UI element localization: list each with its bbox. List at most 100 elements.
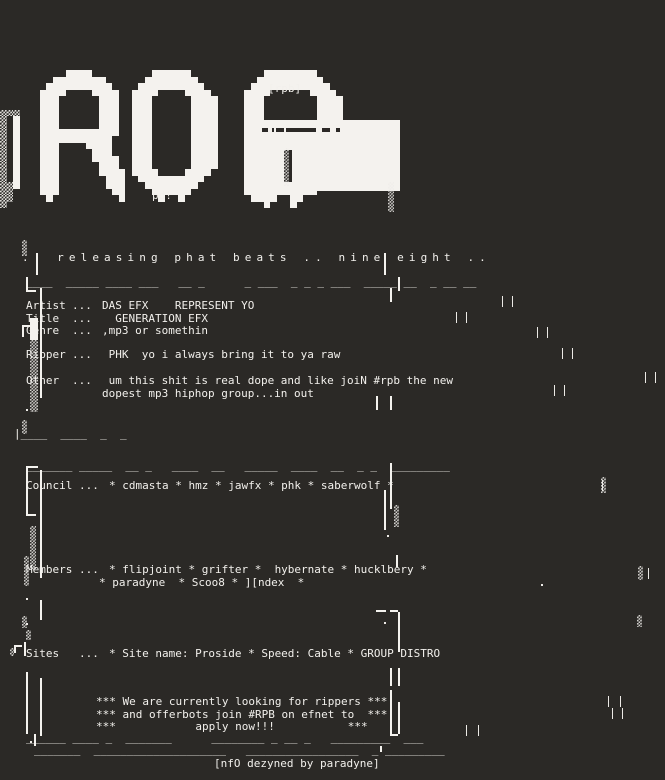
rule-bottom-2: _______ ____________________ ___________… [34, 743, 445, 756]
frame-notch [336, 128, 340, 132]
frame-bar [36, 253, 38, 275]
frame-bar [40, 600, 42, 620]
value-other-line1: um this shit is real dope and like joiN … [102, 374, 453, 387]
frame-bar [396, 555, 398, 567]
scatter-dot [384, 622, 386, 624]
frame-pipe [554, 385, 555, 396]
announcement-line-3: *** apply now!!! *** [96, 720, 368, 734]
frame-bar [26, 277, 28, 279]
frame-bar [376, 396, 378, 410]
announcement-marker-left-2: *** [96, 707, 116, 721]
frame-bar [258, 185, 400, 191]
dots-other: ... [72, 374, 92, 387]
announcement-text-3: apply now!!! [195, 720, 275, 733]
dither-block [24, 556, 29, 586]
announcement-marker-right-1: *** [367, 695, 388, 708]
frame-notch [276, 128, 316, 132]
scatter-dot [30, 741, 32, 743]
frame-bar [30, 318, 38, 340]
dither-block [388, 182, 394, 212]
frame-bar [390, 690, 392, 734]
artist-signature: pd! [152, 189, 172, 202]
frame-bar [398, 277, 400, 291]
frame-pipe [478, 725, 479, 736]
frame-bar [390, 463, 392, 509]
frame-bar [398, 668, 400, 686]
announcement-text-2: and offerbots join #RPB on efnet to [122, 707, 355, 721]
dither-block [30, 340, 38, 412]
dither-block [394, 505, 399, 527]
dither-block [638, 566, 643, 580]
tagline: .. releasing phat beats .. nine eight .. [22, 251, 491, 264]
row-members: Members... * flipjoint * grifter * hybern… [26, 563, 427, 577]
announcement-marker-left-3: *** [96, 720, 116, 733]
frame-pipe [564, 385, 565, 396]
announcement-marker-right-2: *** [367, 707, 388, 721]
dots-ripper: ... [72, 348, 92, 361]
dots-sites: ... [79, 647, 99, 660]
frame-pipe [572, 348, 573, 359]
value-title: GENERATION EFX [102, 311, 208, 325]
value-members-line2: * paradyne * Scoo8 * ][ndex * [99, 575, 305, 589]
value-members-line1: * flipjoint * grifter * hybernate * huck… [109, 563, 427, 576]
frame-bar [34, 734, 36, 746]
row-sites: Sites... * Site name: Proside * Speed: Ca… [26, 647, 441, 661]
scatter-dot [541, 584, 543, 586]
row-genre: Genre... ,mp3 or somethin [26, 324, 208, 338]
frame-bar [26, 466, 38, 468]
frame-bar [384, 490, 386, 530]
frame-pipe [645, 372, 646, 383]
frame-bar [398, 612, 400, 652]
dither-block [30, 526, 36, 570]
rule-top: ____ _____ ____ ___ __ _ _ ___ _ _ _ ___… [26, 275, 477, 288]
frame-bar [258, 150, 284, 190]
scatter-dot [387, 535, 389, 537]
dither-block [10, 648, 14, 656]
frame-bar [390, 734, 398, 736]
dots-genre: ... [72, 324, 92, 337]
announcement-marker-left-1: *** [96, 695, 116, 708]
frame-pipe [620, 696, 621, 707]
dither-block [637, 615, 642, 627]
frame-pipe [608, 696, 609, 707]
value-council: * cdmasta * hmz * jawfx * phk * saberwol… [109, 479, 394, 492]
announcement-text-1: We are currently looking for rippers [122, 695, 361, 708]
frame-bar [398, 702, 400, 734]
value-sites: * Site name: Proside * Speed: Cable * GR… [109, 647, 441, 660]
frame-pipe [655, 372, 656, 383]
nfo-document: [rpb] pd! .. releasing phat beats .. nin… [0, 0, 665, 780]
frame-notch [322, 128, 330, 132]
dither-block [22, 240, 27, 256]
label-council: Council [26, 479, 73, 492]
value-genre: ,mp3 or somethin [102, 324, 208, 337]
row-other: Other... um this shit is real dope and l… [26, 374, 453, 388]
frame-pipe [466, 725, 467, 736]
label-sites: Sites [26, 647, 60, 660]
frame-pipe [547, 327, 548, 338]
frame-bar [26, 672, 28, 734]
scatter-dot [26, 623, 28, 625]
frame-pipe [456, 312, 457, 323]
dots-artist: ... [72, 299, 92, 312]
frame-bar [292, 150, 400, 190]
frame-bar [26, 277, 28, 291]
frame-pipe [562, 348, 563, 359]
scatter-dot [26, 409, 28, 411]
frame-bar [380, 746, 382, 752]
frame-bar [376, 610, 386, 612]
dots-members: ... [79, 563, 99, 576]
frame-pipe [466, 312, 467, 323]
group-tag: [rpb] [268, 82, 302, 95]
frame-pipe [648, 568, 649, 579]
dither-block [284, 148, 289, 186]
frame-pipe [537, 327, 538, 338]
frame-bar [390, 610, 398, 612]
frame-bar [40, 470, 42, 578]
frame-bar [14, 645, 16, 653]
row-ripper: Ripper... PHK yo i always bring it to ya… [26, 348, 340, 362]
frame-bar [384, 253, 386, 275]
value-artist: DAS EFX REPRESENT YO [102, 299, 255, 312]
frame-bar [40, 678, 42, 736]
frame-bar [284, 120, 286, 150]
frame-notch [262, 128, 268, 132]
